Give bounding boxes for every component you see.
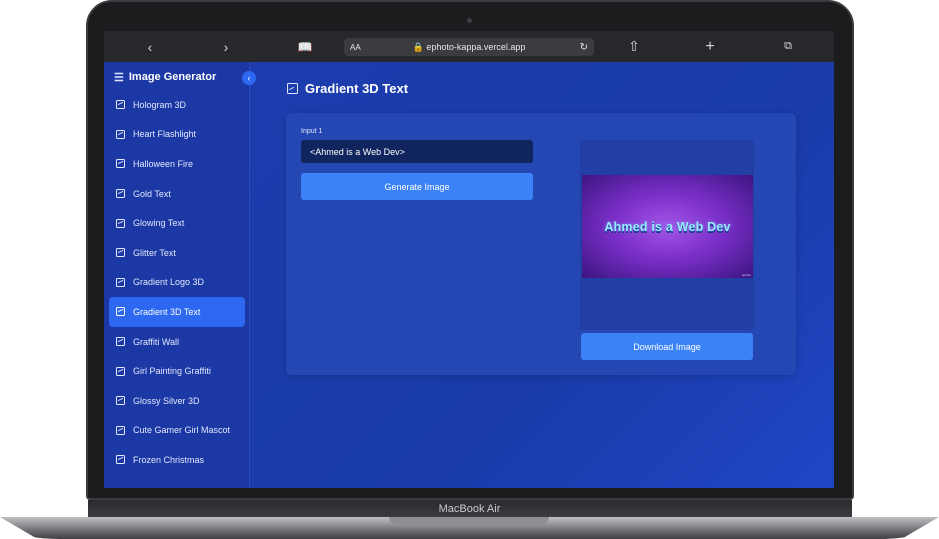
sidebar-item-glowing-text[interactable]: Glowing Text	[109, 208, 245, 238]
new-tab-button[interactable]: +	[700, 31, 720, 62]
device-label: MacBook Air	[438, 503, 501, 515]
image-icon	[116, 277, 125, 287]
sidebar-item-cute-gamer-girl-mascot[interactable]: Cute Gamer Girl Mascot	[109, 416, 245, 446]
sidebar: ☰ Image Generator Hologram 3D Heart Flas…	[104, 62, 250, 488]
input-label: Input 1	[301, 128, 323, 135]
text-input[interactable]: <Ahmed is a Web Dev>	[301, 140, 533, 163]
watermark: ephoto	[741, 273, 751, 277]
sidebar-item-gold-text[interactable]: Gold Text	[109, 179, 245, 209]
chevron-right-icon: ›	[223, 38, 229, 55]
lock-icon: 🔒	[412, 41, 424, 52]
text-size-button[interactable]: AA	[350, 43, 361, 52]
image-icon	[116, 129, 125, 139]
image-icon	[116, 307, 125, 317]
sidebar-item-gradient-logo-3d[interactable]: Gradient Logo 3D	[109, 268, 245, 298]
laptop-frame: ‹ › 📖 AA 🔒 ephoto-kappa.vercel.app ↻ ⇧ +	[0, 0, 939, 539]
opening-notch	[389, 517, 549, 525]
preview-panel: Ahmed is a Web Dev ephoto	[580, 140, 754, 330]
image-icon	[116, 425, 125, 435]
tabs-button[interactable]: ⧉	[778, 31, 798, 62]
sidebar-item-glitter-text[interactable]: Glitter Text	[109, 238, 245, 268]
laptop-base: MacBook Air	[0, 500, 939, 539]
collapse-sidebar-button[interactable]: ‹	[242, 71, 256, 85]
sidebar-title: Image Generator	[128, 71, 217, 83]
image-icon	[116, 248, 125, 258]
download-image-button[interactable]: Download Image	[581, 333, 753, 360]
sidebar-item-frozen-christmas[interactable]: Frozen Christmas	[109, 445, 245, 475]
image-icon	[116, 218, 125, 228]
page-title: Gradient 3D Text	[287, 81, 408, 96]
sidebar-item-glossy-silver-3d[interactable]: Glossy Silver 3D	[109, 386, 245, 416]
image-icon	[116, 366, 125, 376]
plus-icon: +	[705, 37, 715, 55]
image-icon	[287, 83, 298, 94]
share-button[interactable]: ⇧	[624, 31, 644, 62]
chevron-left-icon: ‹	[147, 38, 153, 55]
image-icon	[116, 337, 125, 347]
generator-card: Input 1 <Ahmed is a Web Dev> Generate Im…	[286, 113, 796, 375]
image-icon	[116, 396, 125, 406]
tabs-icon: ⧉	[784, 40, 792, 52]
sidebar-list: Hologram 3D Heart Flashlight Halloween F…	[109, 90, 245, 475]
image-icon	[116, 455, 125, 465]
reader-button[interactable]: 📖	[294, 31, 316, 62]
generate-image-button[interactable]: Generate Image	[301, 173, 533, 200]
screen: ‹ › 📖 AA 🔒 ephoto-kappa.vercel.app ↻ ⇧ +	[104, 31, 834, 488]
image-icon	[116, 159, 125, 169]
sidebar-item-hologram-3d[interactable]: Hologram 3D	[109, 90, 245, 120]
browser-toolbar: ‹ › 📖 AA 🔒 ephoto-kappa.vercel.app ↻ ⇧ +	[104, 31, 834, 62]
image-icon	[116, 100, 125, 110]
sidebar-header: ☰ Image Generator	[104, 62, 250, 92]
generated-image: Ahmed is a Web Dev ephoto	[582, 175, 753, 278]
menu-icon[interactable]: ☰	[114, 71, 124, 84]
main-content: Gradient 3D Text Input 1 <Ahmed is a Web…	[250, 62, 834, 488]
preview-text: Ahmed is a Web Dev	[604, 219, 731, 234]
share-icon: ⇧	[628, 38, 640, 54]
book-icon: 📖	[297, 39, 313, 54]
sidebar-item-graffiti-wall[interactable]: Graffiti Wall	[109, 327, 245, 357]
address-bar[interactable]: AA 🔒 ephoto-kappa.vercel.app ↻	[344, 38, 594, 56]
sidebar-item-halloween-fire[interactable]: Halloween Fire	[109, 149, 245, 179]
back-button[interactable]: ‹	[140, 31, 160, 62]
url-text: 🔒 ephoto-kappa.vercel.app	[412, 41, 526, 52]
forward-button[interactable]: ›	[216, 31, 236, 62]
sidebar-item-girl-painting-graffiti[interactable]: Girl Painting Graffiti	[109, 356, 245, 386]
image-icon	[116, 189, 125, 199]
reload-icon[interactable]: ↻	[580, 42, 588, 53]
chevron-left-icon: ‹	[247, 73, 251, 83]
sidebar-item-gradient-3d-text[interactable]: Gradient 3D Text	[109, 297, 245, 327]
sidebar-item-heart-flashlight[interactable]: Heart Flashlight	[109, 120, 245, 150]
camera-dot	[467, 18, 472, 23]
